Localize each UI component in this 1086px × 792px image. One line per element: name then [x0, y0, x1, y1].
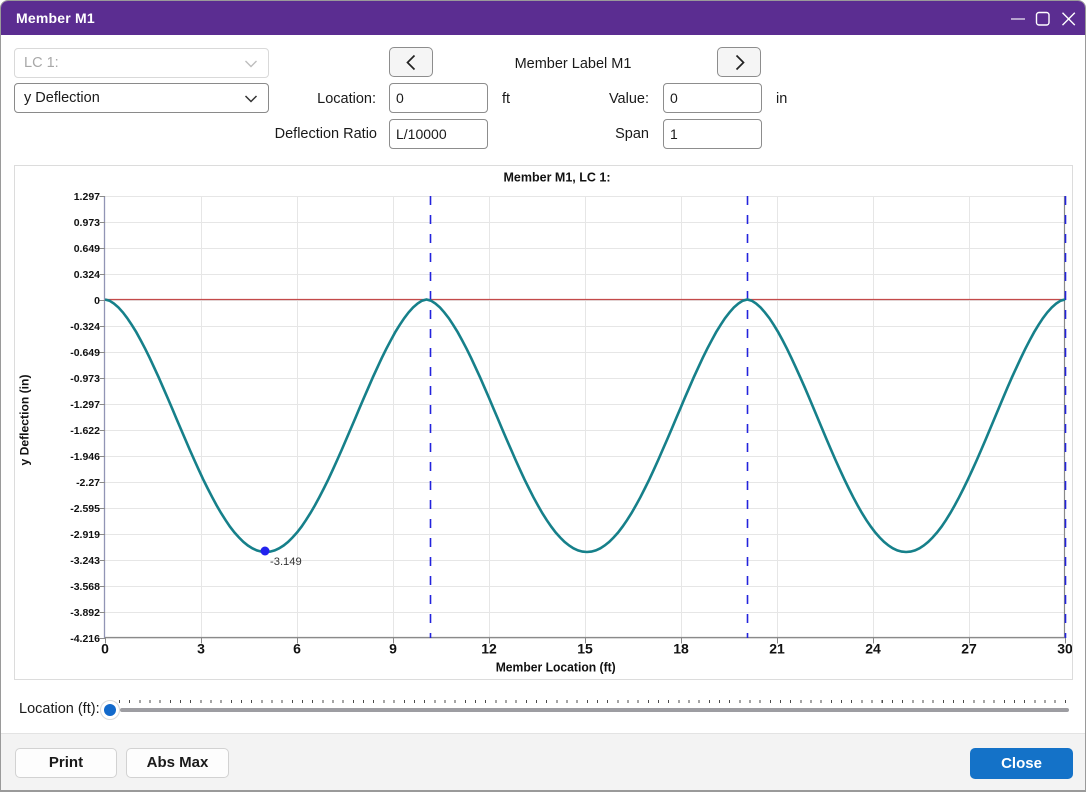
svg-text:6: 6	[293, 641, 301, 657]
svg-text:0: 0	[101, 641, 109, 657]
svg-text:-3.149: -3.149	[270, 556, 302, 568]
svg-text:27: 27	[961, 641, 977, 657]
svg-text:30: 30	[1057, 641, 1072, 657]
svg-text:18: 18	[673, 641, 689, 657]
svg-text:21: 21	[769, 641, 785, 657]
svg-text:-1.946: -1.946	[70, 451, 100, 463]
svg-text:3: 3	[197, 641, 205, 657]
svg-text:-3.568: -3.568	[70, 581, 100, 593]
svg-text:-2.919: -2.919	[70, 529, 100, 541]
svg-text:-3.892: -3.892	[70, 607, 100, 619]
svg-text:Member M1, LC 1:: Member M1, LC 1:	[504, 171, 611, 185]
svg-text:-1.622: -1.622	[70, 425, 100, 437]
svg-text:-3.243: -3.243	[70, 555, 100, 567]
svg-text:1.297: 1.297	[74, 191, 100, 203]
svg-text:-0.649: -0.649	[70, 347, 100, 359]
svg-text:-0.973: -0.973	[70, 373, 100, 385]
svg-text:y Deflection (in): y Deflection (in)	[18, 375, 32, 466]
svg-text:24: 24	[865, 641, 881, 657]
svg-text:-4.216: -4.216	[70, 633, 100, 645]
svg-text:0.324: 0.324	[74, 269, 100, 281]
svg-text:-2.27: -2.27	[76, 477, 100, 489]
svg-text:12: 12	[481, 641, 497, 657]
svg-text:0: 0	[94, 295, 100, 307]
svg-text:-0.324: -0.324	[70, 321, 100, 333]
svg-text:-1.297: -1.297	[70, 399, 100, 411]
svg-text:0.973: 0.973	[74, 217, 100, 229]
svg-text:15: 15	[577, 641, 593, 657]
svg-text:9: 9	[389, 641, 397, 657]
svg-text:0.649: 0.649	[74, 243, 100, 255]
svg-text:Member Location (ft): Member Location (ft)	[496, 660, 616, 675]
svg-text:-2.595: -2.595	[70, 503, 100, 515]
